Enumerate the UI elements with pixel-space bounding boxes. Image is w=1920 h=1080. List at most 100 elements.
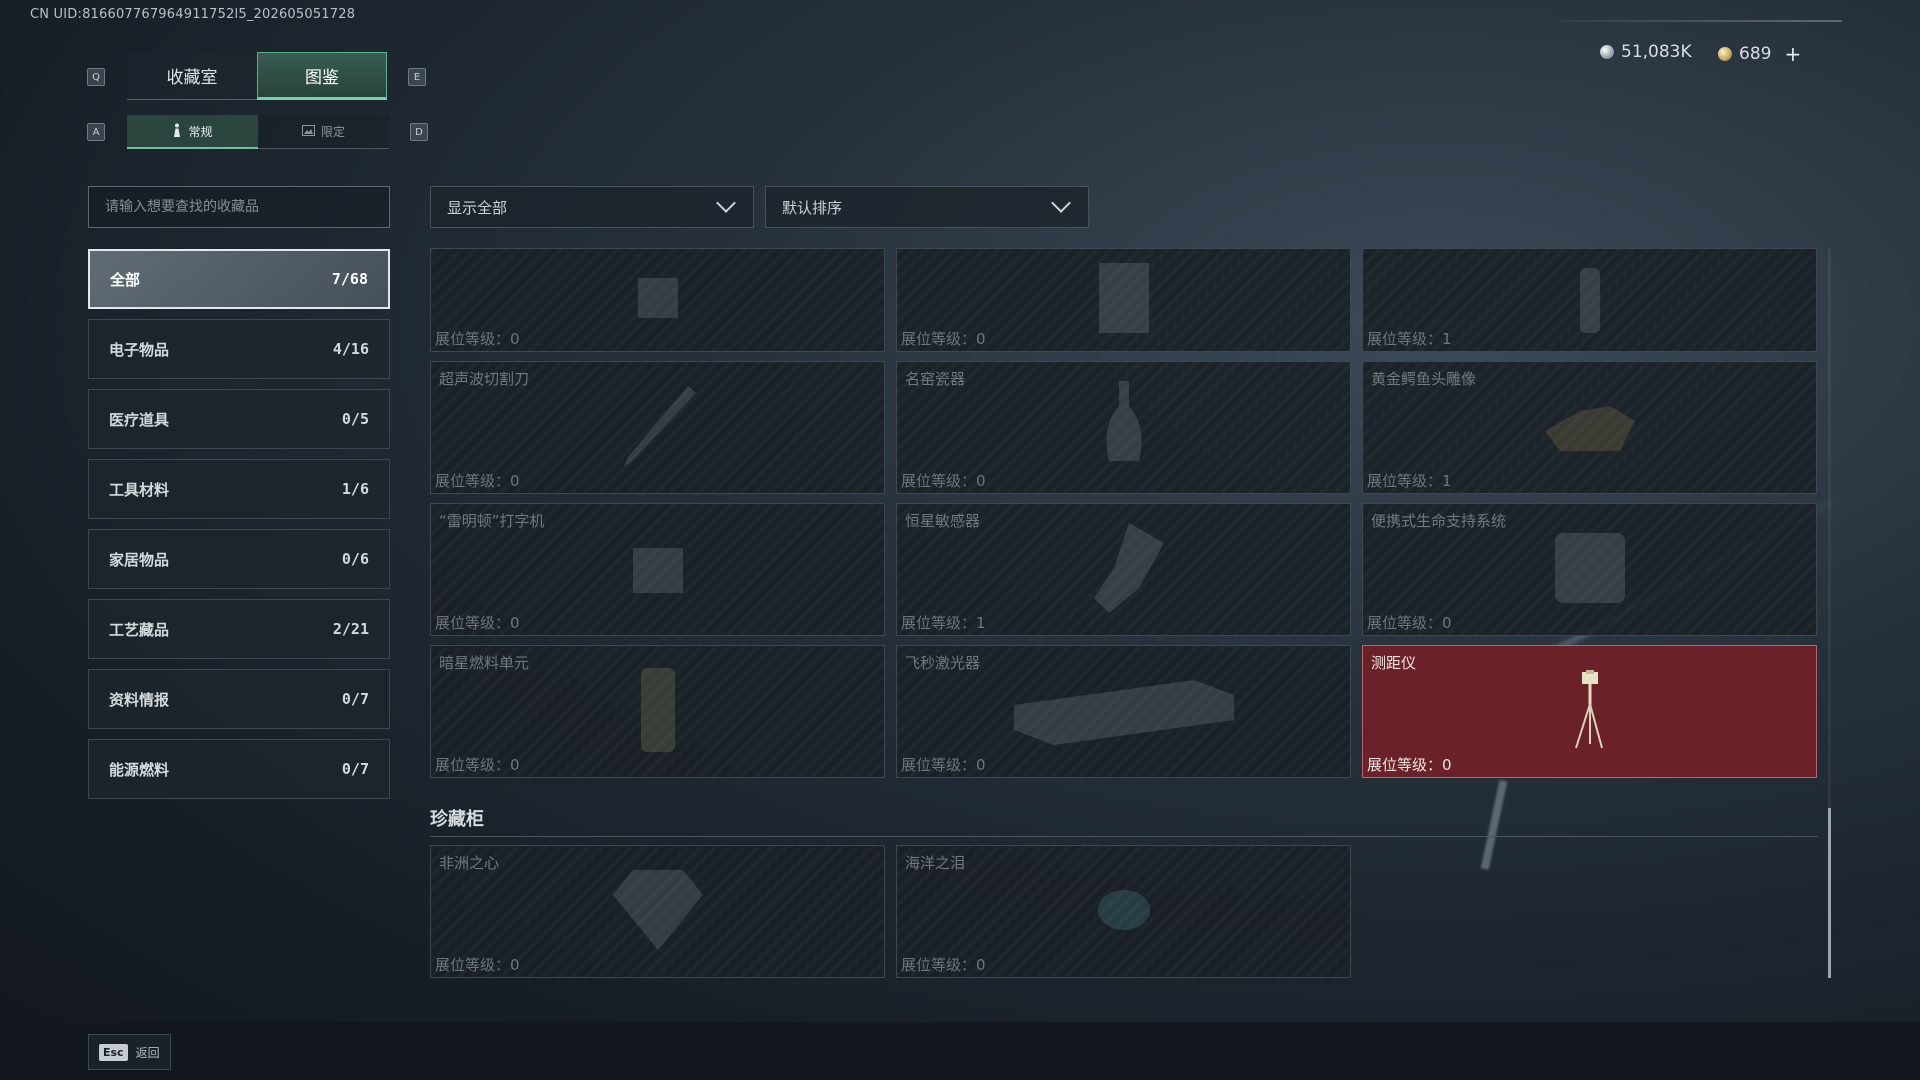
silver-currency: 51,083K xyxy=(1600,42,1692,62)
item-name: 海洋之泪 xyxy=(905,854,966,872)
item-level: 展位等级：1 xyxy=(1367,472,1452,490)
back-label: 返回 xyxy=(135,1045,160,1060)
typewriter-icon xyxy=(623,533,693,607)
diamond-icon xyxy=(608,865,708,959)
item-card-remington-typewriter[interactable]: “雷明顿”打字机 展位等级：0 xyxy=(430,503,885,636)
bottom-bar xyxy=(0,1022,1920,1080)
category-crafts[interactable]: 工艺藏品 2/21 xyxy=(88,599,390,659)
category-label: 工艺藏品 xyxy=(109,620,170,639)
category-medical[interactable]: 医疗道具 0/5 xyxy=(88,389,390,449)
item-level: 展位等级：0 xyxy=(435,614,520,632)
item-card-dark-star-fuel[interactable]: 暗星燃料单元 展位等级：0 xyxy=(430,645,885,778)
category-all[interactable]: 全部 7/68 xyxy=(88,249,390,309)
tab-limited[interactable]: 限定 xyxy=(258,115,389,149)
item-name: 飞秒激光器 xyxy=(905,654,981,672)
scrollbar-thumb[interactable] xyxy=(1828,808,1831,978)
item-level: 展位等级：0 xyxy=(901,956,986,974)
item-card-tear-of-ocean[interactable]: 海洋之泪 展位等级：0 xyxy=(896,845,1351,978)
main-tabs: 收藏室 图鉴 xyxy=(127,52,387,100)
item-card-heart-of-africa[interactable]: 非洲之心 展位等级：0 xyxy=(430,845,885,978)
tripod-icon xyxy=(1570,669,1610,754)
item-name: 暗星燃料单元 xyxy=(439,654,530,672)
category-label: 医疗道具 xyxy=(109,410,170,429)
item-card[interactable]: 展位等级：1 xyxy=(1362,248,1817,352)
category-label: 全部 xyxy=(110,270,141,289)
category-electronics[interactable]: 电子物品 4/16 xyxy=(88,319,390,379)
item-name: 恒星敏感器 xyxy=(905,512,981,530)
category-energy[interactable]: 能源燃料 0/7 xyxy=(88,739,390,799)
vase-icon xyxy=(1099,376,1149,480)
category-intel[interactable]: 资料情报 0/7 xyxy=(88,669,390,729)
gold-amount: 689 xyxy=(1739,44,1772,64)
sort-dropdown[interactable]: 默认排序 xyxy=(765,186,1089,228)
item-card-ultrasonic-cutter[interactable]: 超声波切割刀 展位等级：0 xyxy=(430,361,885,494)
item-level: 展位等级：0 xyxy=(435,956,520,974)
key-hint-q: Q xyxy=(87,68,105,86)
back-button[interactable]: Esc 返回 xyxy=(88,1034,171,1070)
section-divider xyxy=(430,836,1818,837)
category-label: 资料情报 xyxy=(109,690,170,709)
search-box xyxy=(88,186,390,228)
category-count: 0/6 xyxy=(341,550,369,568)
figure-icon xyxy=(172,123,182,140)
section-title-showcase: 珍藏柜 xyxy=(430,809,484,830)
item-name: 便携式生命支持系统 xyxy=(1371,512,1507,530)
canister-icon xyxy=(633,660,683,764)
item-name: 测距仪 xyxy=(1371,654,1417,672)
item-card-rangefinder[interactable]: 测距仪 展位等级：0 xyxy=(1362,645,1817,778)
item-level: 展位等级：0 xyxy=(1367,614,1452,632)
item-card[interactable]: 展位等级：0 xyxy=(896,248,1351,352)
category-household[interactable]: 家居物品 0/6 xyxy=(88,529,390,589)
item-card-famous-porcelain[interactable]: 名窑瓷器 展位等级：0 xyxy=(896,361,1351,494)
statue-icon xyxy=(1540,391,1640,465)
item-level: 展位等级：0 xyxy=(901,330,986,348)
key-hint-a: A xyxy=(87,123,105,141)
item-name: 名窑瓷器 xyxy=(905,370,966,388)
category-count: 0/5 xyxy=(341,410,369,428)
tab-regular-label: 常规 xyxy=(188,124,213,139)
silver-coin-icon xyxy=(1600,45,1614,59)
category-label: 工具材料 xyxy=(109,480,170,499)
sensor-icon xyxy=(1079,518,1169,622)
item-name: “雷明顿”打字机 xyxy=(439,512,545,530)
machine-icon xyxy=(1089,258,1159,342)
silver-amount: 51,083K xyxy=(1621,42,1692,62)
item-card[interactable]: 展位等级：0 xyxy=(430,248,885,352)
gem-icon xyxy=(1094,885,1154,939)
tab-regular[interactable]: 常规 xyxy=(127,115,258,149)
category-count: 4/16 xyxy=(332,340,369,358)
search-input[interactable] xyxy=(105,199,373,215)
uid-label: CN UID:816607767964911752l5_202605051728 xyxy=(30,7,356,22)
item-level: 展位等级：0 xyxy=(435,472,520,490)
show-filter-dropdown[interactable]: 显示全部 xyxy=(430,186,754,228)
item-level: 展位等级：0 xyxy=(901,472,986,490)
item-level: 展位等级：0 xyxy=(1367,756,1452,774)
chevron-down-icon xyxy=(1051,193,1071,213)
item-card-golden-crocodile[interactable]: 黄金鳄鱼头雕像 展位等级：1 xyxy=(1362,361,1817,494)
grid-scrollbar[interactable] xyxy=(1828,248,1831,978)
category-label: 电子物品 xyxy=(109,340,170,359)
esc-key-icon: Esc xyxy=(99,1043,128,1061)
item-card-femtosecond-laser[interactable]: 飞秒激光器 展位等级：0 xyxy=(896,645,1351,778)
sort-value: 默认排序 xyxy=(782,198,843,217)
item-name: 非洲之心 xyxy=(439,854,500,872)
tab-limited-label: 限定 xyxy=(320,125,345,139)
picture-icon xyxy=(301,124,315,139)
category-count: 0/7 xyxy=(341,760,369,778)
top-divider xyxy=(1560,20,1842,22)
add-currency-button[interactable]: + xyxy=(1784,42,1801,66)
tab-collection-room[interactable]: 收藏室 xyxy=(127,52,257,100)
category-tools[interactable]: 工具材料 1/6 xyxy=(88,459,390,519)
sub-tabs: 常规 限定 xyxy=(127,115,389,149)
category-label: 能源燃料 xyxy=(109,760,170,779)
item-card-life-support[interactable]: 便携式生命支持系统 展位等级：0 xyxy=(1362,503,1817,636)
tab-codex[interactable]: 图鉴 xyxy=(257,52,387,100)
item-card-star-sensor[interactable]: 恒星敏感器 展位等级：1 xyxy=(896,503,1351,636)
item-level: 展位等级：1 xyxy=(1367,330,1452,348)
item-level: 展位等级：0 xyxy=(435,756,520,774)
item-level: 展位等级：0 xyxy=(901,756,986,774)
chevron-down-icon xyxy=(716,193,736,213)
item-name: 黄金鳄鱼头雕像 xyxy=(1371,370,1477,388)
bottle-icon xyxy=(1570,258,1610,342)
category-count: 1/6 xyxy=(341,480,369,498)
